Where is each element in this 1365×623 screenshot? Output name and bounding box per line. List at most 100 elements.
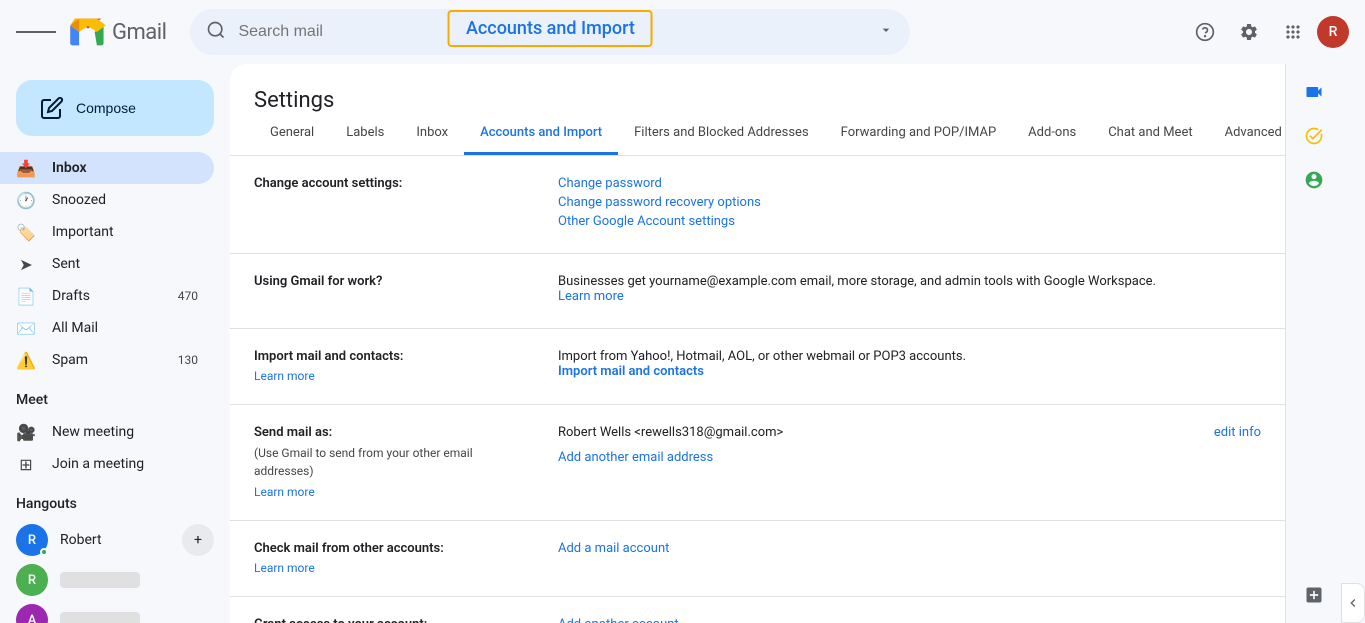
- sidebar-item-important[interactable]: 🏷️ Important: [0, 216, 214, 248]
- check-mail-learn-more-link[interactable]: Learn more: [254, 561, 315, 575]
- check-mail-label: Check mail from other accounts: Learn mo…: [254, 541, 534, 576]
- import-mail-text: Import from Yahoo!, Hotmail, AOL, or oth…: [558, 349, 1261, 364]
- grant-access-content: Add another account Mark as read Mark co…: [558, 617, 1261, 623]
- change-password-recovery-link[interactable]: Change password recovery options: [558, 195, 1261, 210]
- sidebar-item-spam[interactable]: ⚠️ Spam 130: [0, 344, 214, 376]
- import-mail-row: Import mail and contacts: Learn more Imp…: [230, 329, 1285, 405]
- sidebar-item-label: All Mail: [52, 320, 198, 336]
- gmail-work-title: Using Gmail for work?: [254, 274, 534, 289]
- import-mail-contacts-link[interactable]: Import mail and contacts: [558, 364, 1261, 379]
- search-icon: [206, 20, 226, 44]
- hangout-avatar-3: A: [16, 604, 48, 623]
- snoozed-icon: 🕐: [16, 190, 36, 210]
- check-mail-content: Add a mail account: [558, 541, 1261, 576]
- check-mail-row: Check mail from other accounts: Learn mo…: [230, 521, 1285, 597]
- meet-label: Meet: [16, 392, 48, 408]
- sidebar-item-label: Join a meeting: [52, 456, 198, 472]
- add-app-icon[interactable]: [1294, 575, 1334, 615]
- google-meet-icon[interactable]: [1294, 72, 1334, 112]
- hangouts-section: Hangouts R Robert + R A: [0, 480, 230, 623]
- sidebar-item-label: Spam: [52, 352, 162, 368]
- sidebar-item-label: New meeting: [52, 424, 198, 440]
- tab-general[interactable]: General: [254, 113, 330, 155]
- settings-button[interactable]: [1229, 12, 1269, 52]
- hangout-user-blurred-1[interactable]: R: [0, 560, 230, 600]
- settings-tabs: General Labels Inbox Accounts and Import…: [230, 113, 1285, 156]
- menu-button[interactable]: [16, 12, 56, 52]
- gmail-work-text: Businesses get yourname@example.com emai…: [558, 274, 1261, 304]
- check-mail-title: Check mail from other accounts:: [254, 541, 534, 556]
- hangout-user-blurred-2[interactable]: A: [0, 600, 230, 623]
- add-another-account-link[interactable]: Add another account: [558, 617, 1261, 623]
- sidebar-item-label: Drafts: [52, 288, 162, 304]
- google-account-settings-link[interactable]: Other Google Account settings: [558, 214, 1261, 229]
- grant-access-row: Grant access to your account: (Allow oth…: [230, 597, 1285, 623]
- content-area: Settings General Labels Inbox Accounts a…: [230, 64, 1285, 623]
- sidebar-item-sent[interactable]: ➤ Sent: [0, 248, 214, 280]
- google-tasks-icon[interactable]: [1294, 116, 1334, 156]
- import-mail-content: Import from Yahoo!, Hotmail, AOL, or oth…: [558, 349, 1261, 384]
- gmail-work-label: Using Gmail for work?: [254, 274, 534, 308]
- hangouts-header[interactable]: Hangouts: [0, 488, 230, 520]
- tab-filters[interactable]: Filters and Blocked Addresses: [618, 113, 825, 155]
- send-mail-email-row: Robert Wells <rewells318@gmail.com> edit…: [558, 425, 1261, 444]
- status-dot: [40, 548, 48, 556]
- gmail-logo[interactable]: Gmail: [68, 12, 166, 52]
- settings-title: Settings: [230, 64, 1285, 113]
- change-account-title: Change account settings:: [254, 176, 534, 191]
- sidebar-item-new-meeting[interactable]: 🎥 New meeting: [0, 416, 214, 448]
- sidebar-item-inbox[interactable]: 📥 Inbox: [0, 152, 214, 184]
- sidebar-item-label: Inbox: [52, 160, 198, 176]
- google-contacts-icon[interactable]: [1294, 160, 1334, 200]
- change-password-link[interactable]: Change password: [558, 176, 1261, 191]
- change-account-label: Change account settings:: [254, 176, 534, 233]
- grant-access-label: Grant access to your account: (Allow oth…: [254, 617, 534, 623]
- expand-button[interactable]: [1341, 583, 1365, 623]
- tab-forwarding[interactable]: Forwarding and POP/IMAP: [825, 113, 1013, 155]
- change-account-content: Change password Change password recovery…: [558, 176, 1261, 233]
- hangout-blurred-name: [60, 572, 140, 588]
- hangout-avatar: R: [16, 524, 48, 556]
- sidebar-item-join-meeting[interactable]: ⊞ Join a meeting: [0, 448, 214, 480]
- tab-chat-meet[interactable]: Chat and Meet: [1092, 113, 1208, 155]
- important-icon: 🏷️: [16, 222, 36, 242]
- tab-add-ons[interactable]: Add-ons: [1012, 113, 1092, 155]
- search-bar: Accounts and Import: [190, 9, 910, 55]
- sidebar-item-snoozed[interactable]: 🕐 Snoozed: [0, 184, 214, 216]
- send-mail-title: Send mail as:: [254, 425, 534, 440]
- tab-labels[interactable]: Labels: [330, 113, 400, 155]
- hangout-add-button[interactable]: +: [182, 524, 214, 556]
- compose-button[interactable]: Compose: [16, 80, 214, 136]
- change-account-row: Change account settings: Change password…: [230, 156, 1285, 254]
- sidebar-item-drafts[interactable]: 📄 Drafts 470: [0, 280, 214, 312]
- compose-icon: [40, 96, 64, 120]
- gmail-work-content: Businesses get yourname@example.com emai…: [558, 274, 1261, 308]
- hangout-user[interactable]: R Robert +: [0, 520, 230, 560]
- main-layout: Compose 📥 Inbox 🕐 Snoozed 🏷️ Important ➤…: [0, 64, 1365, 623]
- search-input[interactable]: [190, 9, 910, 55]
- sidebar-item-label: Sent: [52, 256, 198, 272]
- gmail-work-learn-more-link[interactable]: Learn more: [558, 289, 1261, 304]
- import-mail-title: Import mail and contacts:: [254, 349, 534, 364]
- all-mail-icon: ✉️: [16, 318, 36, 338]
- sidebar-item-all-mail[interactable]: ✉️ All Mail: [0, 312, 214, 344]
- meet-section: Meet 🎥 New meeting ⊞ Join a meeting: [0, 376, 230, 480]
- right-sidebar-bottom: [1294, 575, 1334, 615]
- tab-inbox[interactable]: Inbox: [400, 113, 464, 155]
- send-mail-learn-more-link[interactable]: Learn more: [254, 485, 315, 499]
- edit-info-link[interactable]: edit info: [1214, 425, 1261, 440]
- tab-advanced[interactable]: Advanced: [1209, 113, 1285, 155]
- hangout-avatar-2: R: [16, 564, 48, 596]
- topbar-icons: R: [1185, 12, 1349, 52]
- add-email-link[interactable]: Add another email address: [558, 450, 1261, 465]
- apps-button[interactable]: [1273, 12, 1313, 52]
- add-mail-account-link[interactable]: Add a mail account: [558, 541, 1261, 556]
- help-button[interactable]: [1185, 12, 1225, 52]
- tab-accounts-import[interactable]: Accounts and Import: [464, 113, 618, 155]
- meet-header: Meet: [0, 384, 230, 416]
- avatar[interactable]: R: [1317, 16, 1349, 48]
- search-dropdown-icon[interactable]: [878, 22, 894, 42]
- import-learn-more-link[interactable]: Learn more: [254, 369, 315, 383]
- drafts-icon: 📄: [16, 286, 36, 306]
- send-mail-row: Send mail as: (Use Gmail to send from yo…: [230, 405, 1285, 521]
